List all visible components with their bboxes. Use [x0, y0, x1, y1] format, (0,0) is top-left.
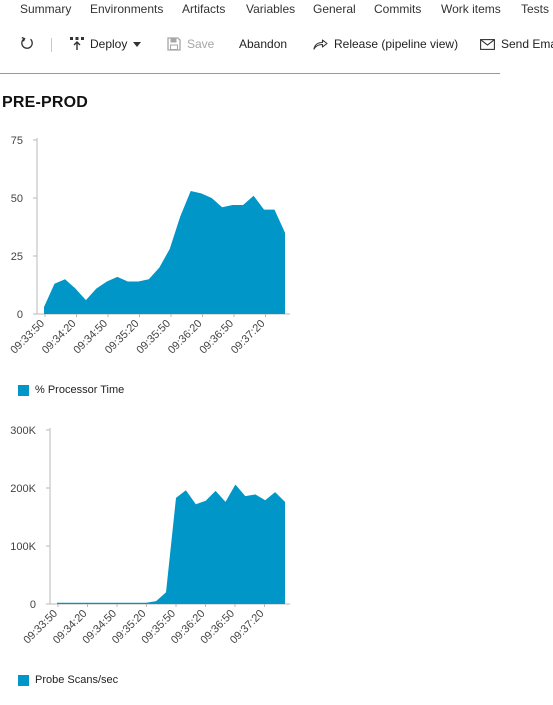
y-tick-label: 25 [11, 251, 23, 263]
release-label: Release (pipeline view) [334, 37, 459, 51]
deploy-label: Deploy [90, 37, 128, 51]
probe-scans-chart: 0100K200K300K09:33:5009:34:2009:34:5009:… [10, 425, 290, 646]
save-label: Save [187, 37, 215, 51]
deploy-button[interactable]: Deploy [70, 37, 142, 51]
tab-summary[interactable]: Summary [20, 2, 71, 16]
deploy-icon [70, 37, 84, 51]
series-area [57, 484, 285, 604]
chevron-down-icon [133, 41, 142, 47]
series-area [44, 191, 285, 314]
y-tick-label: 200K [10, 483, 36, 495]
abandon-button[interactable]: Abandon [239, 37, 287, 51]
envelope-icon [480, 38, 495, 50]
save-button[interactable]: Save [167, 37, 214, 51]
send-email-button[interactable]: Send Ema [480, 37, 553, 51]
save-icon [167, 37, 181, 51]
y-tick-label: 50 [11, 193, 23, 205]
release-tab-bar: Summary Environments Artifacts Variables… [0, 0, 553, 20]
legend-swatch [18, 674, 29, 686]
legend-label: Probe Scans/sec [35, 674, 119, 686]
toolbar-separator [51, 38, 52, 52]
x-tick-label: 09:37:20 [229, 318, 268, 357]
processor-time-chart: 025507509:33:5009:34:2009:34:5009:35:200… [8, 135, 290, 357]
tab-variables[interactable]: Variables [246, 2, 295, 16]
tab-general[interactable]: General [313, 2, 356, 16]
share-arrow-icon [313, 38, 328, 50]
y-tick-label: 100K [10, 541, 36, 553]
release-pipeline-view-button[interactable]: Release (pipeline view) [313, 37, 458, 51]
legend-label: % Processor Time [35, 384, 125, 396]
tab-tests[interactable]: Tests [521, 2, 549, 16]
abandon-label: Abandon [239, 37, 288, 51]
processor-time-legend: % Processor Time [18, 384, 124, 396]
refresh-icon [20, 36, 34, 51]
stage-title: PRE-PROD [2, 94, 89, 111]
tab-commits[interactable]: Commits [374, 2, 421, 16]
y-tick-label: 0 [17, 309, 23, 321]
send-email-label: Send Ema [501, 37, 553, 51]
tab-environments[interactable]: Environments [90, 2, 163, 16]
section-divider [0, 73, 500, 74]
y-tick-label: 75 [11, 135, 23, 147]
y-tick-label: 0 [30, 599, 36, 611]
legend-swatch [18, 384, 29, 396]
tab-work-items[interactable]: Work items [441, 2, 501, 16]
tab-artifacts[interactable]: Artifacts [182, 2, 225, 16]
refresh-button[interactable] [20, 36, 34, 51]
y-tick-label: 300K [10, 425, 36, 437]
release-toolbar: Deploy Save Abandon Release (pipeline vi… [0, 30, 553, 60]
probe-scans-legend: Probe Scans/sec [18, 674, 118, 686]
